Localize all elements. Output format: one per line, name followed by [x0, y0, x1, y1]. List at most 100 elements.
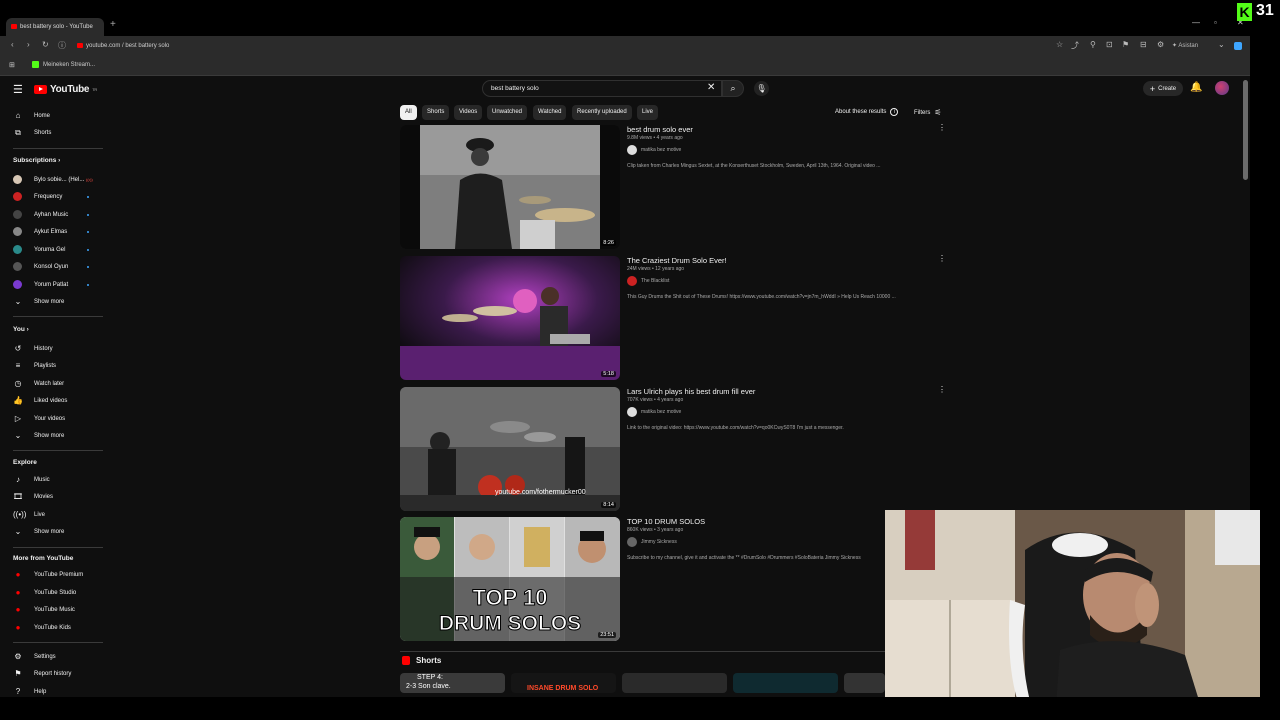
search-input[interactable]: best battery solo	[482, 80, 722, 97]
video-result[interactable]: TOP 10 DRUM SOLOS 23:51 TOP 10 DRUM SOLO…	[400, 517, 960, 641]
search-button[interactable]: ⌕	[722, 80, 744, 97]
sidebar-item-label: Ayhan Music	[34, 211, 69, 218]
apps-grid-icon[interactable]: ⊞	[9, 61, 15, 69]
assistant-button[interactable]: ✦ Asistan	[1172, 42, 1198, 49]
video-title[interactable]: Lars Ulrich plays his best drum fill eve…	[627, 387, 755, 396]
sidebar-item-subscription[interactable]: Aykut Elmas	[0, 223, 104, 240]
sidebar-item-report-history[interactable]: ⚑ Report history	[0, 665, 104, 682]
about-results-button[interactable]: About these results i	[835, 108, 899, 116]
sidebar-item-settings[interactable]: ⚙ Settings	[0, 648, 104, 665]
sidebar-item-shorts[interactable]: ⧉ Shorts	[0, 124, 104, 141]
video-title[interactable]: best drum solo ever	[627, 125, 693, 134]
reload-icon[interactable]: ↻	[42, 40, 49, 49]
sidebar-item-playlists[interactable]: ≡ Playlists	[0, 357, 104, 374]
chip-shorts[interactable]: Shorts	[422, 105, 450, 120]
maximize-icon[interactable]: ▫	[1214, 18, 1217, 27]
you-header[interactable]: You ›	[13, 326, 29, 333]
sidebar-item-liked-videos[interactable]: 👍 Liked videos	[0, 392, 104, 409]
sidebar-item-youtube-studio[interactable]: ● YouTube Studio	[0, 584, 104, 601]
short-thumbnail[interactable]: STEP 4: 2-3 Son clave.	[400, 673, 505, 693]
more-options-icon[interactable]: ⋮	[938, 123, 946, 132]
video-thumbnail[interactable]: youtube.com/fothermucker00 8:14	[400, 387, 620, 511]
video-thumbnail[interactable]: 5:18	[400, 256, 620, 380]
chip-live[interactable]: Live	[637, 105, 659, 120]
sidebar-item-your-videos[interactable]: ▷ Your videos	[0, 410, 104, 427]
site-info-icon[interactable]: ⓘ	[58, 40, 66, 51]
extension-icon[interactable]: ⚑	[1122, 40, 1129, 49]
bookmark-star-icon[interactable]: ☆	[1056, 40, 1063, 49]
forward-icon[interactable]: ›	[27, 40, 30, 49]
youtube-logo[interactable]: YouTube TR	[34, 84, 97, 95]
short-thumbnail[interactable]	[844, 673, 885, 693]
chevron-down-icon[interactable]: ⌄	[1218, 40, 1225, 49]
sidebar-item-label: Show more	[34, 432, 65, 439]
channel-link[interactable]: matika bez motive	[627, 145, 681, 155]
profile-icon[interactable]	[1234, 42, 1242, 50]
channel-avatar	[627, 407, 637, 417]
sidebar-item-watch-later[interactable]: ◷ Watch later	[0, 375, 104, 392]
minimize-icon[interactable]: —	[1192, 18, 1200, 27]
channel-link[interactable]: matika bez motive	[627, 407, 681, 417]
notifications-bell-icon[interactable]: 🔔	[1190, 82, 1202, 93]
sidebar-item-show-more[interactable]: ⌄ Show more	[0, 427, 104, 444]
extension-icon[interactable]: ⚲	[1090, 40, 1096, 49]
video-result[interactable]: 8:26 best drum solo ever 9.8M views • 4 …	[400, 123, 960, 249]
sidebar-item-label: Watch later	[34, 380, 65, 387]
clear-search-icon[interactable]: ✕	[707, 82, 715, 93]
search-icon: ⌕	[730, 83, 736, 93]
video-result[interactable]: 5:18 The Craziest Drum Solo Ever! 24M vi…	[400, 254, 960, 380]
browser-tab[interactable]: best battery solo - YouTube	[6, 18, 104, 36]
sidebar-item-music[interactable]: ♪ Music	[0, 471, 104, 488]
chip-recently-uploaded[interactable]: Recently uploaded	[572, 105, 632, 120]
voice-search-button[interactable]: 🎙	[754, 81, 769, 96]
channel-link[interactable]: The Blacklist	[627, 276, 669, 286]
video-title[interactable]: TOP 10 DRUM SOLOS	[627, 517, 705, 526]
short-thumbnail[interactable]: INSANE DRUM SOLO	[511, 673, 616, 693]
sidebar-item-subscription[interactable]: Konsol Oyun	[0, 258, 104, 275]
video-thumbnail[interactable]: TOP 10 DRUM SOLOS 23:51	[400, 517, 620, 641]
sidebar-item-home[interactable]: ⌂ Home	[0, 107, 104, 124]
extension-icon[interactable]: ⚙	[1157, 40, 1164, 49]
video-thumbnail[interactable]: 8:26	[400, 125, 620, 249]
filters-button[interactable]: Filters ⚟	[914, 108, 942, 117]
menu-icon[interactable]: ☰	[13, 83, 23, 96]
extension-icon[interactable]: ⊟	[1140, 40, 1147, 49]
new-tab-button[interactable]: +	[110, 19, 116, 30]
more-options-icon[interactable]: ⋮	[938, 385, 946, 394]
sidebar-item-show-more[interactable]: ⌄ Show more	[0, 523, 104, 540]
sidebar-item-youtube-kids[interactable]: ● YouTube Kids	[0, 619, 104, 636]
sidebar-item-subscription[interactable]: Frequency	[0, 188, 104, 205]
sidebar-item-show-more[interactable]: ⌄ Show more	[0, 293, 104, 310]
sidebar-item-subscription[interactable]: Yoruma Gel	[0, 241, 104, 258]
more-options-icon[interactable]: ⋮	[938, 254, 946, 263]
divider	[13, 450, 103, 451]
sidebar-item-history[interactable]: ↺ History	[0, 340, 104, 357]
create-button[interactable]: + Create	[1143, 81, 1183, 96]
channel-link[interactable]: Jimmy Sickness	[627, 537, 677, 547]
short-thumbnail[interactable]	[733, 673, 838, 693]
sidebar-item-youtube-music[interactable]: ● YouTube Music	[0, 601, 104, 618]
chip-watched[interactable]: Watched	[533, 105, 567, 120]
sidebar-item-movies[interactable]: 🎞 Movies	[0, 488, 104, 505]
sidebar-item-live[interactable]: ((•)) Live	[0, 506, 104, 523]
thumbnail-title-line2: DRUM SOLOS	[438, 612, 582, 635]
account-avatar[interactable]	[1215, 81, 1229, 95]
chip-videos[interactable]: Videos	[454, 105, 483, 120]
subscriptions-header[interactable]: Subscriptions ›	[13, 157, 60, 164]
movies-icon: 🎞	[13, 492, 24, 501]
scrollbar-thumb[interactable]	[1243, 80, 1248, 180]
sidebar-item-subscription[interactable]: Ayhan Music	[0, 206, 104, 223]
share-icon[interactable]: ⤴	[1071, 40, 1079, 51]
bookmark-item[interactable]: Meineken Stream...	[32, 61, 95, 68]
extension-icon[interactable]: ⊡	[1106, 40, 1113, 49]
video-title[interactable]: The Craziest Drum Solo Ever!	[627, 256, 727, 265]
url-field[interactable]: youtube.com / best battery solo	[74, 39, 1074, 53]
sidebar-item-subscription[interactable]: Yorum Patlat	[0, 276, 104, 293]
video-result[interactable]: youtube.com/fothermucker00 8:14 Lars Ulr…	[400, 385, 960, 511]
sidebar-item-youtube-premium[interactable]: ● YouTube Premium	[0, 566, 104, 583]
chip-all[interactable]: All	[400, 105, 417, 120]
sidebar-item-subscription[interactable]: Bylo sobie... (Hel... ((•))	[0, 171, 104, 188]
chip-unwatched[interactable]: Unwatched	[487, 105, 528, 120]
back-icon[interactable]: ‹	[11, 40, 14, 49]
short-thumbnail[interactable]	[622, 673, 727, 693]
